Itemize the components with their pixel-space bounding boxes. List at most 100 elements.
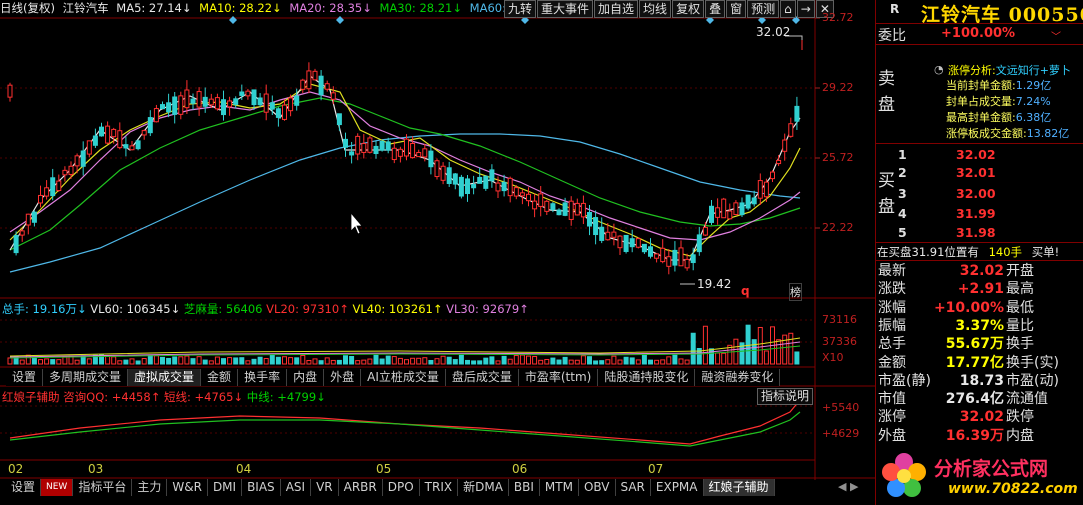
- candle: [166, 102, 172, 113]
- overlay-button[interactable]: 叠: [705, 0, 726, 18]
- limit-tags[interactable]: 文远知行+萝卜: [996, 64, 1071, 77]
- tab-indicator-platform[interactable]: 指标平台: [73, 479, 133, 496]
- forecast-button[interactable]: 预测: [747, 0, 780, 18]
- candle: [641, 243, 647, 253]
- ma-button[interactable]: 均线: [639, 0, 672, 18]
- back-arrow-icon[interactable]: →: [796, 0, 815, 18]
- volume-bar: [367, 358, 373, 365]
- tab-main-force[interactable]: 主力: [132, 479, 168, 496]
- ma10-line: [9, 83, 801, 257]
- candle: [324, 83, 330, 90]
- add-watchlist-button[interactable]: 加自选: [594, 0, 639, 18]
- tab-scroll-arrows-icon[interactable]: ◀ ▶: [838, 480, 858, 493]
- adjust-button[interactable]: 复权: [672, 0, 705, 18]
- tab-hongniangzi[interactable]: 红娘子辅助: [703, 479, 775, 496]
- q-marker[interactable]: q: [741, 284, 750, 298]
- indicator-explain-button[interactable]: 指标说明: [757, 388, 814, 405]
- volume-bar: [404, 359, 409, 365]
- tab-asi[interactable]: ASI: [280, 479, 312, 496]
- buy-order-alert[interactable]: 在买盘31.91位置有 140手 买单!: [877, 244, 1059, 260]
- tab-outer[interactable]: 外盘: [324, 369, 362, 386]
- candle: [721, 198, 727, 219]
- volume-bar: [678, 358, 684, 365]
- candle: [477, 176, 483, 184]
- tab-arbr[interactable]: ARBR: [338, 479, 383, 496]
- volume-bar: [519, 354, 525, 365]
- major-events-button[interactable]: 重大事件: [537, 0, 594, 18]
- tab-settings[interactable]: 设置: [6, 369, 44, 386]
- candle: [172, 96, 178, 115]
- short-value: 短线: +4765↓: [163, 390, 244, 404]
- volume-bar: [629, 357, 635, 365]
- candle: [690, 254, 696, 264]
- volume-bar: [123, 359, 129, 365]
- tab-bbi[interactable]: BBI: [508, 479, 540, 496]
- tab-settings[interactable]: 设置: [6, 479, 42, 496]
- tab-dmi[interactable]: DMI: [207, 479, 243, 496]
- candle: [129, 145, 135, 151]
- tab-mtm[interactable]: MTM: [539, 479, 579, 496]
- collapse-icon[interactable]: ﹀: [1051, 28, 1061, 43]
- volume-bar: [111, 356, 117, 365]
- chart-type-label[interactable]: 日线(复权): [0, 1, 55, 15]
- candle: [550, 203, 556, 210]
- tab-virtual-volume[interactable]: 虚拟成交量: [128, 369, 202, 386]
- stock-title-row: R 江铃汽车 000550: [876, 0, 1083, 26]
- indicator-tabs: 设置 NEW 指标平台 主力 W&R DMI BIAS ASI VR ARBR …: [6, 479, 775, 496]
- candle: [422, 148, 428, 158]
- candle: [574, 202, 580, 216]
- tab-expma[interactable]: EXPMA: [650, 479, 704, 496]
- candle: [715, 207, 721, 218]
- zhima-volume: 芝麻量: 56406: [183, 302, 263, 316]
- candle: [80, 150, 86, 167]
- candle: [31, 211, 37, 223]
- window-button[interactable]: 窗: [726, 0, 747, 18]
- candle: [190, 98, 196, 104]
- candle: [269, 102, 275, 110]
- candle: [147, 117, 153, 134]
- tab-bias[interactable]: BIAS: [242, 479, 281, 496]
- tab-ai-volume[interactable]: AI立桩成交量: [361, 369, 446, 386]
- volume-bar: [275, 356, 281, 365]
- tab-northbound-holdings[interactable]: 陆股通持股变化: [598, 369, 696, 386]
- tab-new-dma[interactable]: 新DMA: [458, 479, 509, 496]
- main-chart-area[interactable]: [0, 0, 875, 505]
- volume-bar: [538, 359, 544, 365]
- tab-wr[interactable]: W&R: [167, 479, 208, 496]
- volume-bar: [202, 359, 208, 365]
- tab-margin-trading[interactable]: 融资融券变化: [695, 369, 781, 386]
- rank-marker[interactable]: 榜: [789, 283, 802, 301]
- sell-label: 卖盘: [878, 69, 895, 115]
- tab-vr[interactable]: VR: [311, 479, 339, 496]
- candle: [538, 193, 544, 207]
- candle: [562, 202, 568, 216]
- tab-amount[interactable]: 金额: [201, 369, 239, 386]
- tab-turnover[interactable]: 换手率: [238, 369, 288, 386]
- tab-pe-ttm[interactable]: 市盈率(ttm): [518, 369, 599, 386]
- limit-analysis[interactable]: 涨停分析:文远知行+萝卜: [948, 62, 1071, 78]
- logo-url[interactable]: www.70822.com: [948, 481, 1078, 497]
- candle: [282, 104, 287, 120]
- price-tick: 22.22: [822, 221, 854, 234]
- tab-obv[interactable]: OBV: [578, 479, 616, 496]
- stat-row: 市值 276.4亿 流通值: [878, 391, 1048, 408]
- tab-after-hours-volume[interactable]: 盘后成交量: [445, 369, 519, 386]
- home-icon[interactable]: ⌂: [780, 0, 796, 18]
- volume-tick: 73116: [822, 313, 857, 326]
- volume-bar: [788, 332, 794, 365]
- tab-inner[interactable]: 内盘: [287, 369, 325, 386]
- bid-row: 1 32.02: [898, 147, 996, 162]
- jiuzhuan-button[interactable]: 九转: [504, 0, 537, 18]
- tab-sar[interactable]: SAR: [615, 479, 651, 496]
- candle: [440, 165, 446, 181]
- volume-bar: [458, 354, 464, 365]
- tab-dpo[interactable]: DPO: [382, 479, 420, 496]
- tab-trix[interactable]: TRIX: [419, 479, 459, 496]
- candle: [86, 140, 92, 155]
- tab-multi-period-volume[interactable]: 多周期成交量: [43, 369, 129, 386]
- volume-bar: [208, 360, 214, 365]
- month-label: 05: [376, 462, 392, 476]
- candle: [696, 234, 702, 253]
- volume-bar: [379, 358, 385, 365]
- volume-bar: [776, 339, 782, 365]
